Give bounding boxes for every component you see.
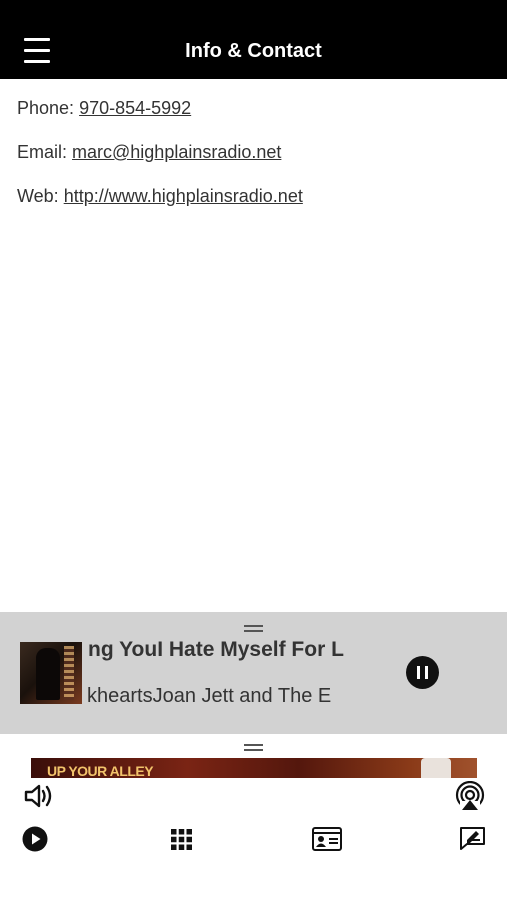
track-artist: kheartsJoan Jett and The E	[87, 685, 332, 707]
email-label: Email:	[17, 142, 73, 162]
web-label: Web:	[17, 186, 64, 206]
phone-row: Phone: 970-854-5992	[17, 96, 303, 140]
page-title: Info & Contact	[185, 40, 322, 62]
contact-card-button[interactable]	[312, 827, 342, 851]
drag-handle-icon[interactable]	[244, 625, 263, 632]
app-header: Info & Contact	[0, 0, 507, 79]
album-art-text: UP YOUR ALLEY	[47, 763, 154, 778]
pause-icon	[417, 666, 420, 679]
play-icon	[22, 826, 48, 852]
pause-button[interactable]	[406, 656, 439, 689]
email-row: Email: marc@highplainsradio.net	[17, 140, 303, 184]
phone-label: Phone:	[17, 98, 80, 118]
grid-icon	[171, 829, 192, 850]
volume-icon[interactable]	[24, 782, 54, 810]
contact-card-icon	[312, 827, 342, 851]
expanded-album-art: UP YOUR ALLEY	[31, 758, 477, 778]
track-title: ng YouI Hate Myself For L	[88, 638, 344, 661]
album-art	[20, 642, 82, 704]
play-button[interactable]	[22, 826, 48, 852]
web-link[interactable]: http://www.highplainsradio.net	[64, 186, 303, 206]
phone-link[interactable]: 970-854-5992	[79, 98, 191, 118]
email-link[interactable]: marc@highplainsradio.net	[72, 142, 281, 162]
contact-info: Phone: 970-854-5992 Email: marc@highplai…	[17, 96, 303, 228]
drag-handle-icon[interactable]	[244, 744, 263, 751]
web-row: Web: http://www.highplainsradio.net	[17, 184, 303, 228]
message-edit-button[interactable]	[459, 826, 486, 851]
message-edit-icon	[460, 827, 485, 850]
grid-button[interactable]	[171, 829, 192, 850]
airplay-icon[interactable]	[454, 780, 486, 811]
